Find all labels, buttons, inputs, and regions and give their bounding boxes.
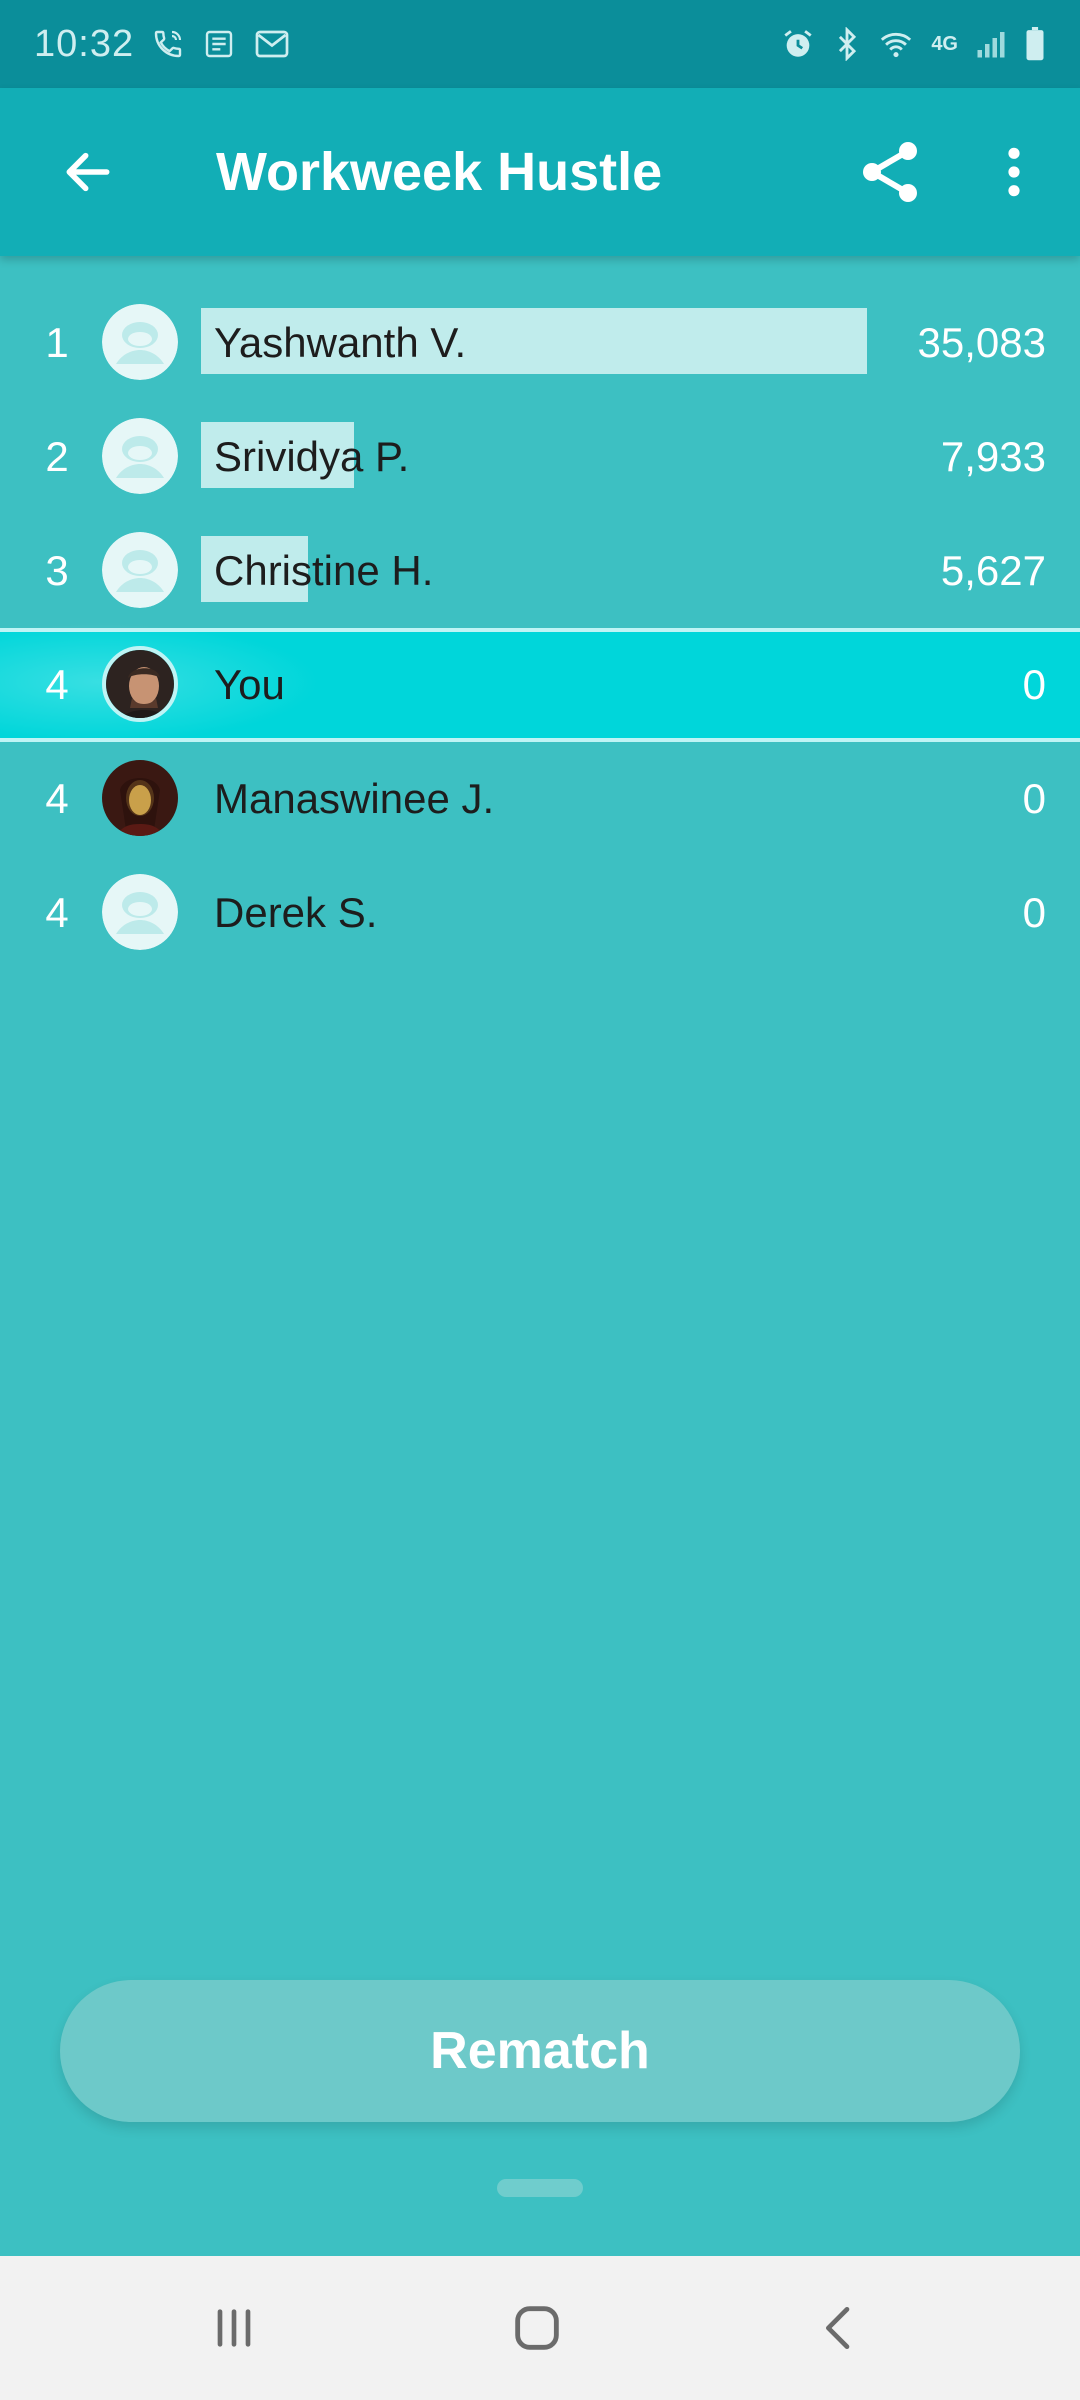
wifi-calling-icon	[152, 28, 184, 60]
news-icon	[202, 28, 236, 60]
rank-number: 2	[45, 433, 69, 480]
home-icon	[515, 2306, 559, 2350]
page-title: Workweek Hustle	[216, 142, 663, 202]
back-icon	[826, 2307, 850, 2349]
status-right: 4G	[781, 27, 1046, 61]
status-left: 10:32	[34, 23, 290, 66]
user-photo-avatar	[102, 646, 178, 722]
leaderboard: 1 Yashwanth V. 35,083 2 Srividya P. 7,93…	[0, 286, 1080, 970]
leaderboard-row[interactable]: 2 Srividya P. 7,933	[0, 400, 1080, 514]
more-options-button[interactable]	[984, 130, 1044, 214]
battery-icon	[1024, 27, 1046, 61]
participant-name: Srividya P.	[214, 433, 410, 480]
participant-score: 7,933	[940, 433, 1046, 480]
participant-score: 5,627	[940, 547, 1046, 594]
participant-name: Manaswinee J.	[214, 775, 495, 822]
status-bar: 10:32 4G	[0, 0, 1080, 88]
arrow-left-icon	[66, 152, 110, 192]
recent-apps-button[interactable]	[184, 2278, 284, 2378]
leaderboard-row-current-user[interactable]: 4 You 0	[0, 622, 1080, 742]
rank-number: 4	[45, 889, 69, 936]
back-nav-button[interactable]	[790, 2278, 890, 2378]
recent-apps-icon	[217, 2309, 251, 2347]
bluetooth-icon	[833, 27, 861, 61]
participant-score: 0	[1022, 889, 1046, 936]
app-bar: Workweek Hustle	[0, 88, 1080, 256]
rank-number: 4	[45, 661, 69, 708]
alarm-icon	[781, 27, 815, 61]
back-button[interactable]	[48, 132, 128, 212]
signal-icon	[976, 29, 1006, 59]
rematch-button[interactable]: Rematch	[60, 1980, 1020, 2122]
default-avatar-icon	[102, 418, 178, 494]
share-button[interactable]	[848, 130, 932, 214]
leaderboard-row[interactable]: 3 Christine H. 5,627	[0, 514, 1080, 628]
leaderboard-row[interactable]: 1 Yashwanth V. 35,083	[0, 286, 1080, 400]
participant-name: You	[214, 661, 285, 708]
drag-handle[interactable]	[497, 2179, 583, 2197]
mail-icon	[254, 29, 290, 59]
participant-score: 0	[1022, 775, 1046, 822]
leaderboard-row[interactable]: 4 Manaswinee J. 0	[0, 742, 1080, 856]
status-time: 10:32	[34, 22, 135, 65]
rank-number: 3	[45, 547, 69, 594]
default-avatar-icon	[102, 532, 178, 608]
participant-name: Derek S.	[214, 889, 378, 936]
system-nav-bar	[0, 2256, 1080, 2400]
rank-number: 4	[45, 775, 69, 822]
participant-name: Yashwanth V.	[214, 319, 467, 366]
home-button[interactable]	[487, 2278, 587, 2378]
participant-score: 0	[1022, 661, 1046, 708]
default-avatar-icon	[102, 304, 178, 380]
share-icon	[863, 142, 917, 202]
participant-score: 35,083	[917, 319, 1046, 366]
lte-icon: 4G	[931, 32, 958, 55]
more-vertical-icon	[1008, 147, 1020, 197]
rank-number: 1	[45, 319, 69, 366]
default-avatar-icon	[102, 874, 178, 950]
leaderboard-row[interactable]: 4 Derek S. 0	[0, 856, 1080, 970]
participant-name: Christine H.	[214, 547, 434, 594]
photo-avatar	[102, 760, 178, 836]
wifi-icon	[879, 27, 913, 61]
